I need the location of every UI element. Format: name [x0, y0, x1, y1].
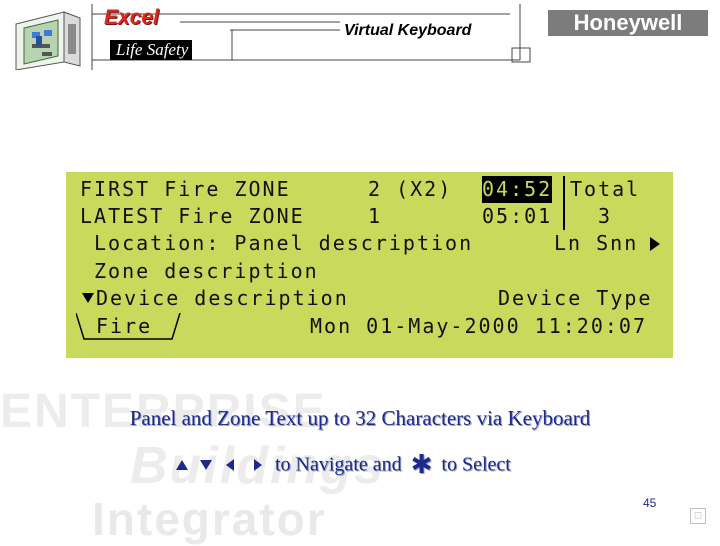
honeywell-logo: Honeywell: [548, 10, 708, 36]
lcd-row-zone-description: Zone description: [66, 258, 673, 285]
left-arrow-icon: [226, 459, 234, 471]
lcd-datetime-text: Mon 01-May-2000 11:20:07: [310, 314, 647, 338]
lcd-row-location: Location: Panel description Ln Snn: [66, 230, 673, 257]
lcd-column-separator: [563, 176, 565, 203]
slide-title: Virtual Keyboard: [344, 22, 472, 39]
caption-navigate-text: to Navigate and: [275, 453, 402, 476]
lcd-zone-description-text: Zone description: [94, 259, 319, 283]
page-number: 45: [643, 496, 657, 510]
lcd-latest-fire-label: LATEST Fire ZONE: [80, 204, 305, 228]
right-arrow-icon: [254, 459, 262, 471]
down-arrow-icon: [200, 460, 212, 470]
slide-corner-icon: ◻: [690, 508, 706, 524]
lcd-row-status: Fire Mon 01-May-2000 11:20:07: [66, 313, 673, 340]
lcd-display: FIRST Fire ZONE 2 (X2) 04:52 Total LATES…: [66, 172, 673, 358]
watermark-integrator: Integrator: [92, 493, 327, 545]
lcd-total-label: Total: [570, 177, 641, 201]
lcd-location-text: Location: Panel description: [94, 231, 474, 255]
caption-select-text: to Select: [441, 453, 511, 476]
caption-navigation: to Navigate and ✱ to Select: [174, 450, 511, 480]
asterisk-icon: ✱: [410, 450, 433, 480]
lcd-latest-zone-value: 1: [368, 204, 383, 228]
brand-excel: Excel: [104, 6, 159, 29]
right-arrow-icon: [650, 237, 660, 251]
navigation-arrows: [176, 459, 262, 471]
up-arrow-icon: [176, 460, 188, 470]
lcd-first-fire-label: FIRST Fire ZONE: [80, 177, 291, 201]
lcd-fire-tab[interactable]: Fire: [96, 313, 152, 340]
down-arrow-icon: [82, 293, 94, 303]
lcd-row-device: Device description Device Type: [66, 285, 673, 312]
lcd-row-latest-fire-zone: LATEST Fire ZONE 1 05:01 3: [66, 203, 673, 230]
lcd-device-type-text: Device Type: [498, 286, 653, 310]
lcd-latest-time-value: 05:01: [482, 204, 553, 228]
lcd-row-first-fire-zone: FIRST Fire ZONE 2 (X2) 04:52 Total: [66, 176, 673, 203]
lcd-loop-sensor-text: Ln Snn: [554, 231, 639, 255]
slide-header: Excel Life Safety Virtual Keyboard Honey…: [0, 0, 720, 72]
caption-text-length: Panel and Zone Text up to 32 Characters …: [129, 406, 591, 430]
lcd-device-description-text: Device description: [96, 286, 349, 310]
lcd-column-separator: [563, 203, 565, 230]
control-board-illustration-icon: [15, 11, 81, 70]
lcd-first-zone-value: 2 (X2): [368, 177, 453, 201]
brand-life-safety: Life Safety: [110, 40, 193, 60]
lcd-first-time-value: 04:52: [482, 176, 553, 203]
lcd-total-count: 3: [598, 204, 613, 228]
